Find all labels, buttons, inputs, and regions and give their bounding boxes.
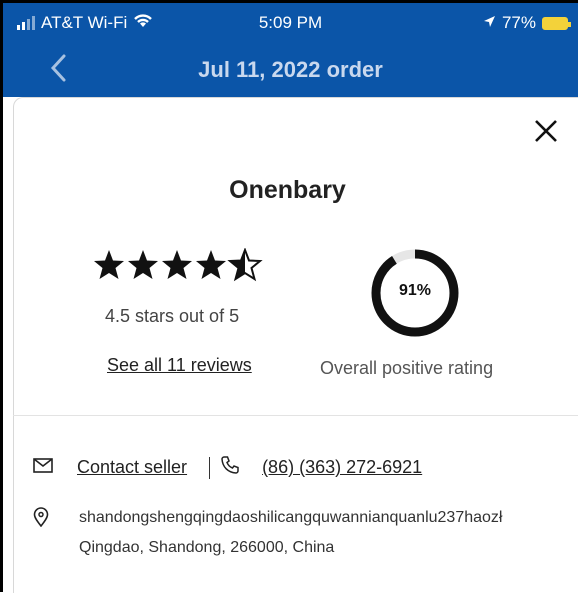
nav-bar: Jul 11, 2022 order bbox=[3, 45, 578, 97]
status-bar: AT&T Wi-Fi 5:09 PM 77% bbox=[3, 3, 578, 45]
address-line-2: Qingdao, Shandong, 266000, China bbox=[79, 539, 335, 556]
separator bbox=[209, 456, 211, 479]
seller-name: Onenbary bbox=[229, 176, 346, 204]
positive-rating-value: 91% bbox=[398, 282, 432, 299]
phone-icon bbox=[220, 455, 240, 480]
mail-icon bbox=[33, 457, 53, 478]
contact-row: Contact seller (86) (363) 272-6921 bbox=[33, 455, 422, 480]
battery-icon bbox=[542, 16, 571, 30]
close-icon[interactable] bbox=[533, 116, 559, 150]
star-rating bbox=[93, 248, 263, 290]
stars-text: 4.5 stars out of 5 bbox=[105, 306, 240, 326]
see-all-reviews-link[interactable]: See all 11 reviews bbox=[107, 355, 252, 376]
phone-link[interactable]: (86) (363) 272-6921 bbox=[262, 457, 422, 478]
battery-percent: 77% bbox=[501, 13, 536, 32]
location-pin-icon bbox=[33, 507, 49, 538]
positive-rating-label: Overall positive rating bbox=[320, 358, 494, 378]
contact-seller-link[interactable]: Contact seller bbox=[77, 457, 187, 478]
address-line-1: shandongshengqingdaoshilicangquwannianqu… bbox=[79, 509, 503, 526]
address-block: shandongshengqingdaoshilicangquwannianqu… bbox=[33, 503, 502, 563]
page-title: Jul 11, 2022 order bbox=[198, 57, 383, 82]
divider bbox=[13, 415, 578, 416]
status-right: 77% bbox=[483, 13, 571, 33]
stars-icon bbox=[94, 249, 261, 280]
location-arrow-icon bbox=[483, 13, 496, 33]
